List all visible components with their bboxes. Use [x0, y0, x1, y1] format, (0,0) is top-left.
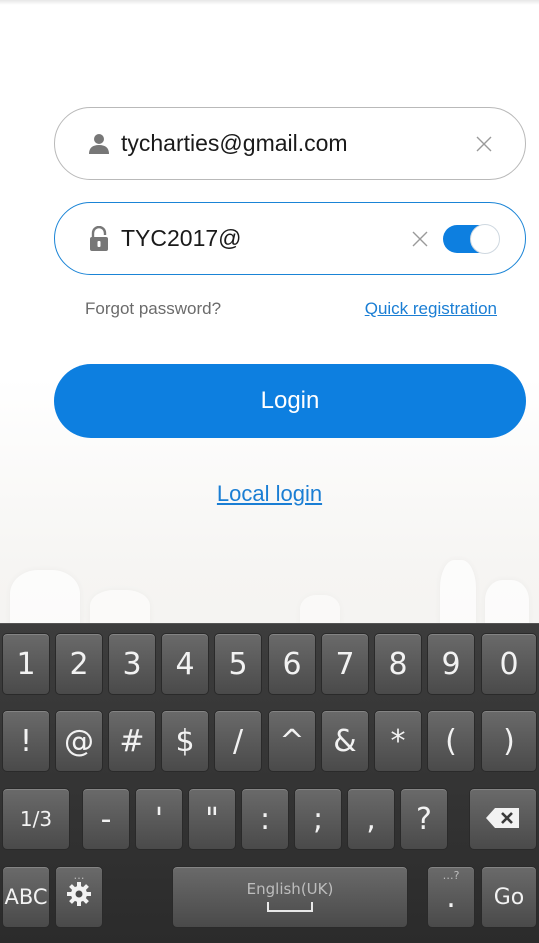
key-2[interactable]: 2: [55, 633, 103, 695]
key-hash[interactable]: #: [108, 710, 156, 772]
settings-key[interactable]: …: [55, 866, 103, 928]
key-ampersand[interactable]: &: [321, 710, 369, 772]
key-0[interactable]: 0: [481, 633, 537, 695]
lock-icon: [87, 225, 111, 252]
forgot-password-link[interactable]: Forgot password?: [85, 299, 221, 319]
user-icon: [87, 131, 111, 157]
key-comma[interactable]: ,: [347, 788, 395, 850]
key-1[interactable]: 1: [2, 633, 50, 695]
clear-password-icon[interactable]: [409, 228, 431, 250]
key-asterisk[interactable]: *: [374, 710, 422, 772]
key-5[interactable]: 5: [214, 633, 262, 695]
email-value[interactable]: tycharties@gmail.com: [121, 130, 473, 157]
key-9[interactable]: 9: [427, 633, 475, 695]
on-screen-keyboard: 1 2 3 4 5 6 7 8 9 0 ! @ # $ / ^ & * ( ) …: [0, 623, 539, 943]
period-label: .: [446, 879, 456, 915]
period-hint: …?: [442, 869, 460, 882]
key-period[interactable]: …? .: [427, 866, 475, 928]
password-value[interactable]: TYC2017@: [121, 225, 409, 252]
key-dollar[interactable]: $: [161, 710, 209, 772]
key-semicolon[interactable]: ;: [294, 788, 342, 850]
top-divider: [0, 0, 539, 5]
login-button[interactable]: Login: [54, 364, 526, 438]
show-password-toggle[interactable]: [443, 223, 500, 254]
settings-hint: …: [73, 869, 85, 882]
key-page-1-3[interactable]: 1/3: [2, 788, 70, 850]
key-question[interactable]: ?: [400, 788, 448, 850]
key-left-paren[interactable]: (: [427, 710, 475, 772]
settings-icon: [66, 880, 92, 915]
space-key[interactable]: English(UK): [172, 866, 408, 928]
key-caret[interactable]: ^: [268, 710, 316, 772]
email-field[interactable]: tycharties@gmail.com: [54, 107, 526, 180]
key-apostrophe[interactable]: ': [135, 788, 183, 850]
password-field[interactable]: TYC2017@: [54, 202, 526, 275]
key-quote[interactable]: ": [188, 788, 236, 850]
backspace-key[interactable]: [469, 788, 537, 850]
login-screen: tycharties@gmail.com TYC2017@ Forgot pas…: [0, 0, 539, 943]
key-colon[interactable]: :: [241, 788, 289, 850]
key-slash[interactable]: /: [214, 710, 262, 772]
background-scenery: [0, 430, 539, 630]
key-3[interactable]: 3: [108, 633, 156, 695]
key-exclamation[interactable]: !: [2, 710, 50, 772]
key-at[interactable]: @: [55, 710, 103, 772]
clear-email-icon[interactable]: [473, 133, 495, 155]
key-4[interactable]: 4: [161, 633, 209, 695]
key-7[interactable]: 7: [321, 633, 369, 695]
space-language-label: English(UK): [246, 880, 334, 898]
go-key[interactable]: Go: [481, 866, 537, 928]
quick-registration-link[interactable]: Quick registration: [365, 299, 497, 319]
space-icon: [267, 902, 313, 912]
toggle-knob: [470, 223, 500, 254]
key-right-paren[interactable]: ): [481, 710, 537, 772]
local-login-link[interactable]: Local login: [0, 481, 539, 507]
key-8[interactable]: 8: [374, 633, 422, 695]
key-6[interactable]: 6: [268, 633, 316, 695]
key-abc[interactable]: ABC: [2, 866, 50, 928]
backspace-icon: [485, 802, 521, 837]
key-dash[interactable]: -: [82, 788, 130, 850]
